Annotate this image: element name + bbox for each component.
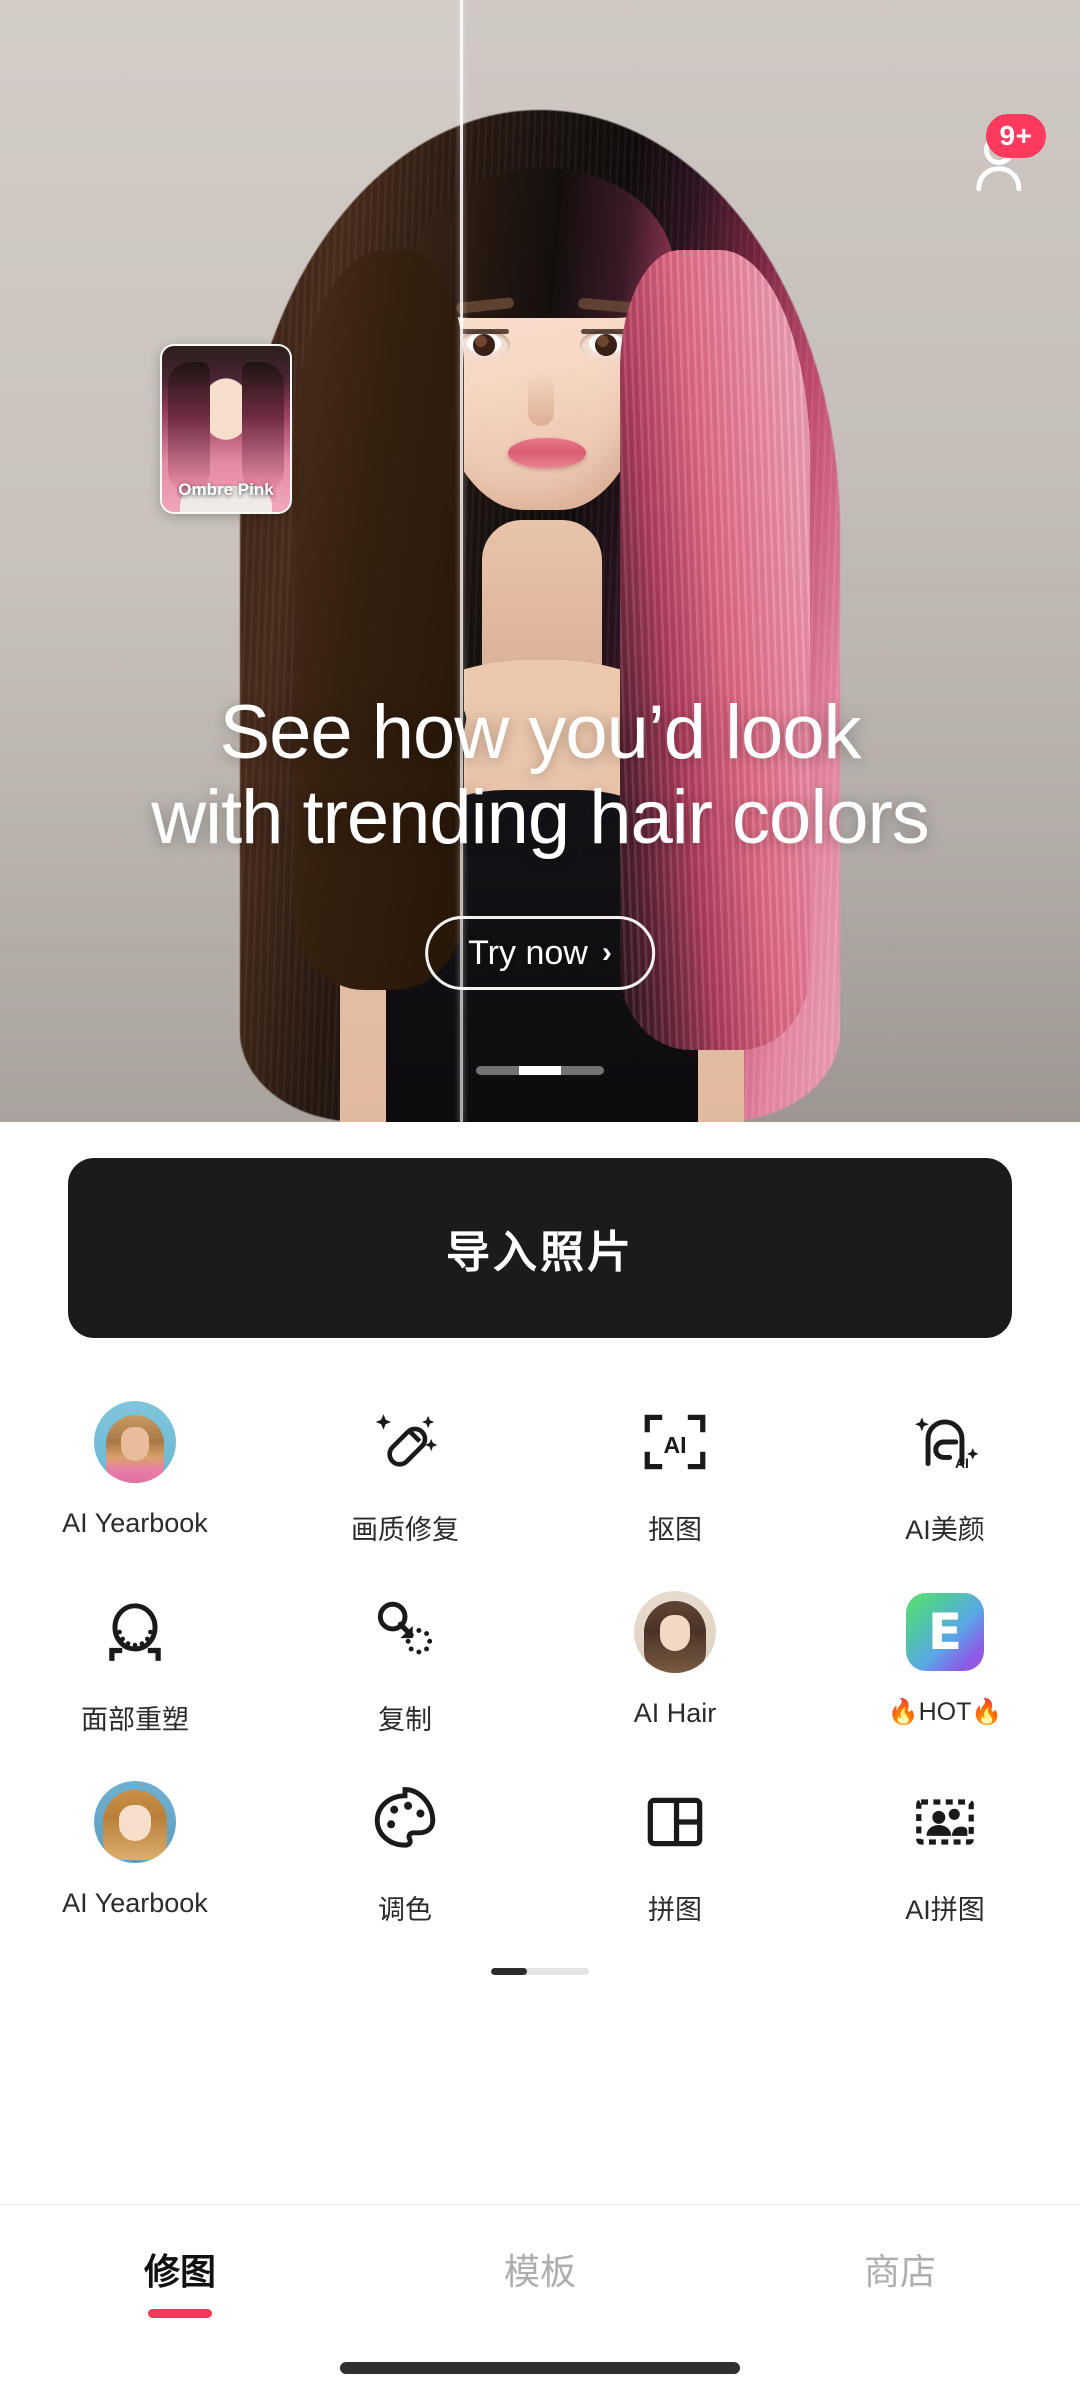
style-thumb-hair-right — [242, 362, 284, 492]
tool-ai-collage[interactable]: AI拼图 — [810, 1762, 1080, 1952]
tool-label: 面部重塑 — [81, 1705, 189, 1735]
hero-page-indicator[interactable] — [476, 1066, 604, 1075]
tool-label: AI Yearbook — [62, 1888, 208, 1918]
headline-line-2: with trending hair colors — [151, 775, 930, 861]
tool-color-adjust[interactable]: 调色 — [270, 1762, 540, 1952]
chevron-right-icon: › — [601, 936, 612, 969]
tool-ai-hair[interactable]: AI Hair — [540, 1572, 810, 1762]
eye-left — [458, 329, 510, 360]
style-preview-card[interactable]: Ombre Pink — [160, 344, 292, 514]
tool-label: 抠图 — [648, 1515, 702, 1545]
clone-stamp-icon — [377, 1601, 433, 1655]
tool-label: 复制 — [378, 1705, 432, 1735]
tool-quality-repair[interactable]: 画质修复 — [270, 1382, 540, 1572]
style-thumb-label: Ombre Pink — [178, 480, 274, 499]
tool-label: 🔥HOT🔥 — [887, 1698, 1003, 1726]
nav-label: 商店 — [863, 2250, 936, 2292]
tool-ai-yearbook-2[interactable]: AI Yearbook — [0, 1762, 270, 1952]
hair-front-brown — [294, 250, 464, 990]
iris-right — [595, 334, 617, 356]
photo-avatar-yearbook-icon — [89, 1396, 181, 1488]
palette-icon — [374, 1787, 436, 1848]
face-reshape-icon — [109, 1603, 161, 1661]
gradient-app-icon: E — [906, 1593, 984, 1671]
nav-tab-templates[interactable]: 模板 — [360, 2243, 720, 2318]
tool-ai-beauty[interactable]: AI AI美颜 — [810, 1382, 1080, 1572]
bottom-navigation: 修图 模板 商店 — [0, 2204, 1080, 2400]
profile-avatar-button[interactable]: 9+ — [968, 114, 1046, 198]
tool-label: 调色 — [378, 1895, 432, 1925]
tool-hot[interactable]: E 🔥HOT🔥 — [810, 1572, 1080, 1762]
nose — [528, 372, 554, 426]
magic-wand-icon — [375, 1414, 438, 1467]
tool-label: AI美颜 — [905, 1515, 985, 1545]
notification-badge: 9+ — [986, 114, 1046, 158]
app-glyph: E — [927, 1603, 963, 1661]
home-indicator — [340, 2362, 740, 2374]
ai-cutout-frame-icon: AI — [644, 1414, 706, 1470]
svg-text:AI: AI — [663, 1432, 686, 1458]
tool-label: AI Hair — [633, 1698, 717, 1728]
hero-page-dot — [561, 1066, 604, 1075]
tool-label: AI Yearbook — [62, 1508, 208, 1538]
nav-tab-edit[interactable]: 修图 — [0, 2243, 360, 2318]
ai-face-beauty-icon: AI — [914, 1417, 979, 1471]
hero-page-dot-active — [518, 1066, 562, 1075]
iris-left — [473, 334, 495, 356]
photo-avatar-hair-icon — [629, 1586, 721, 1678]
tool-label: AI拼图 — [905, 1895, 985, 1925]
nav-tab-store[interactable]: 商店 — [720, 2243, 1080, 2318]
try-now-button[interactable]: Try now › — [425, 916, 655, 990]
import-photo-button[interactable]: 导入照片 — [68, 1158, 1012, 1338]
tool-grid: AI Yearbook 画质修复 AI 抠图 AI AI美颜 面部重塑 复制 A… — [0, 1382, 1080, 1952]
nav-active-underline — [148, 2308, 212, 2318]
hero-page-dot — [476, 1066, 519, 1075]
tool-grid-page-active — [491, 1968, 527, 1975]
tool-cutout[interactable]: AI 抠图 — [540, 1382, 810, 1572]
tool-clone[interactable]: 复制 — [270, 1572, 540, 1762]
tool-grid-page-indicator[interactable] — [491, 1968, 589, 1975]
collage-grid-icon — [647, 1797, 703, 1847]
nav-label: 修图 — [143, 2250, 216, 2292]
try-now-label: Try now — [468, 933, 588, 972]
ai-collage-people-icon — [916, 1799, 974, 1845]
headline-line-1: See how you’d look — [219, 690, 861, 775]
nav-label: 模板 — [503, 2250, 576, 2292]
hero-banner[interactable]: 9+ Ombre Pink See how you’d look with tr… — [0, 0, 1080, 1122]
tool-collage[interactable]: 拼图 — [540, 1762, 810, 1952]
hero-headline: See how you’d look with trending hair co… — [0, 690, 1080, 860]
hair-front-pink — [620, 250, 810, 1050]
photo-avatar-yearbook2-icon — [89, 1776, 181, 1868]
tool-ai-yearbook[interactable]: AI Yearbook — [0, 1382, 270, 1572]
app-screen: 9+ Ombre Pink See how you’d look with tr… — [0, 0, 1080, 2400]
tool-face-reshape[interactable]: 面部重塑 — [0, 1572, 270, 1762]
tool-label: 画质修复 — [351, 1515, 459, 1545]
tool-label: 拼图 — [648, 1895, 702, 1925]
lips — [508, 438, 586, 468]
svg-text:AI: AI — [955, 1455, 969, 1471]
style-thumb-hair-left — [168, 362, 210, 492]
